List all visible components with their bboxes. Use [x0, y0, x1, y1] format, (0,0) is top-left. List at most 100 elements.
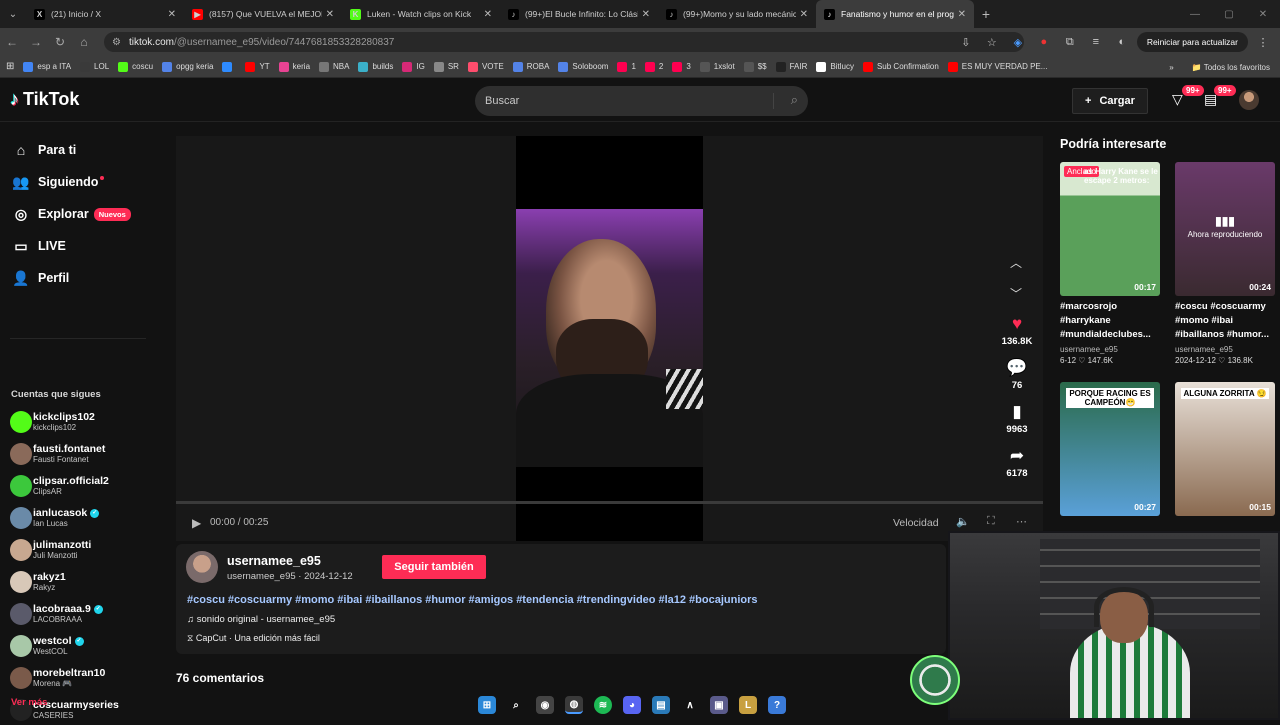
bookmark-item[interactable]: keria: [278, 61, 310, 72]
music-link[interactable]: ♫ sonido original - usernamee_e95: [187, 614, 335, 625]
hashtag-link[interactable]: #ibai: [337, 594, 362, 606]
valorant-icon[interactable]: ∧: [681, 696, 699, 714]
close-tab-icon[interactable]: ✕: [326, 9, 334, 20]
taskbar-search-icon[interactable]: ⌕: [507, 696, 525, 714]
all-favorites[interactable]: 📁 Todos los favoritos: [1192, 63, 1270, 72]
author-name[interactable]: usernamee_e95: [227, 554, 321, 568]
browser-tab[interactable]: ▶ (8157) Que VUELVA el MEJOR C ✕: [184, 0, 342, 28]
bookmark-item[interactable]: [222, 61, 236, 72]
minimize-icon[interactable]: —: [1178, 0, 1212, 28]
windows-start-icon[interactable]: ⊞: [478, 696, 496, 714]
hashtag-link[interactable]: #ibaillanos: [365, 594, 422, 606]
recommended-video-card[interactable]: PORQUE RACING ES CAMPEÓN😁 00:27: [1060, 382, 1160, 516]
bookmark-star-icon[interactable]: ☆: [981, 32, 1003, 52]
hashtag-link[interactable]: #amigos: [469, 594, 514, 606]
inbox-filter-icon[interactable]: ▽ 99+: [1172, 85, 1204, 108]
bookmark-item[interactable]: Bitlucy: [816, 61, 854, 72]
messages-icon[interactable]: ▤ 99+: [1204, 85, 1236, 108]
bookmark-item[interactable]: 1: [617, 61, 636, 72]
user-avatar[interactable]: [1239, 90, 1259, 110]
sidebar-item-siguiendo[interactable]: 👥 Siguiendo: [12, 169, 105, 195]
followed-account[interactable]: lacobraaa.9 ✓ LACOBRAAA: [10, 599, 103, 629]
profile-avatar-icon[interactable]: ◐: [1111, 32, 1133, 52]
search-icon[interactable]: ⌕: [791, 92, 798, 108]
author-avatar[interactable]: [186, 551, 218, 583]
video-thumbnail[interactable]: ▮▮▮ Ahora reproduciendo 00:24: [1175, 162, 1275, 296]
capcut-link[interactable]: ⧖ CapCut · Una edición más fácil: [187, 633, 320, 644]
card-author[interactable]: usernamee_e95: [1060, 344, 1160, 355]
recommended-video-card[interactable]: ▮▮▮ Ahora reproduciendo 00:24 #coscu #coscu…: [1175, 162, 1275, 367]
hashtag-link[interactable]: #coscu: [187, 594, 225, 606]
video-progress-bar[interactable]: [176, 501, 1043, 504]
followed-account[interactable]: morebeltran10 Morena 🎮: [10, 663, 105, 693]
bookmark-item[interactable]: 1xslot: [699, 61, 735, 72]
back-icon[interactable]: ←: [0, 28, 24, 56]
home-button-icon[interactable]: ⌂: [72, 28, 96, 56]
bookmark-item[interactable]: coscu: [118, 61, 153, 72]
browser-tab[interactable]: X (21) Inicio / X ✕: [26, 0, 184, 28]
sidebar-item-para-ti[interactable]: ⌂ Para ti: [12, 137, 76, 163]
followed-account[interactable]: ianlucasok ✓ Ian Lucas: [10, 503, 100, 533]
bookmark-item[interactable]: builds: [358, 61, 393, 72]
sidebar-item-perfil[interactable]: 👤 Perfil: [12, 265, 69, 291]
kebab-menu-icon[interactable]: ⋮: [1252, 32, 1274, 52]
close-tab-icon[interactable]: ✕: [168, 9, 176, 20]
speed-button[interactable]: Velocidad: [893, 517, 939, 529]
search-input[interactable]: [485, 95, 765, 107]
followed-account[interactable]: rakyz1 Rakyz: [10, 567, 66, 597]
browser-tab[interactable]: K Luken - Watch clips on Kick ✕: [342, 0, 500, 28]
notepad-icon[interactable]: ▤: [652, 696, 670, 714]
site-info-icon[interactable]: ⚙: [112, 37, 121, 48]
bookmark-item[interactable]: IG: [402, 61, 425, 72]
bookmarks-overflow-icon[interactable]: »: [1169, 63, 1173, 72]
close-tab-icon[interactable]: ✕: [642, 9, 650, 20]
discord-icon[interactable]: ◕: [623, 696, 641, 714]
browser-tab[interactable]: ♪ (99+)El Bucle Infinito: Lo Clásico ✕: [500, 0, 658, 28]
next-video-icon[interactable]: ﹀: [1010, 285, 1022, 302]
followed-account[interactable]: fausti.fontanet Fausti Fontanet: [10, 439, 105, 469]
volume-icon[interactable]: 🔈: [956, 515, 970, 528]
share-action[interactable]: ➦ 6178: [995, 447, 1039, 480]
bookmark-item[interactable]: $$: [743, 61, 767, 72]
bookmark-item[interactable]: 3: [672, 61, 691, 72]
see-more-link[interactable]: Ver más: [11, 697, 47, 708]
bookmark-item[interactable]: 2: [644, 61, 663, 72]
extension-icon[interactable]: ◈: [1007, 32, 1029, 52]
reload-icon[interactable]: ↻: [48, 28, 72, 56]
sidebar-item-explorar[interactable]: ◎ Explorar Nuevos: [12, 201, 131, 227]
extension-red-icon[interactable]: ●: [1033, 32, 1055, 52]
hashtag-link[interactable]: #trendingvideo: [577, 594, 656, 606]
hashtag-link[interactable]: #la12: [659, 594, 687, 606]
comment-action[interactable]: 💬 76: [995, 359, 1039, 392]
followed-account[interactable]: westcol ✓ WestCOL: [10, 631, 84, 661]
chrome-icon[interactable]: ◍: [565, 696, 583, 714]
app-icon[interactable]: ▣: [710, 696, 728, 714]
browser-tab[interactable]: ♪ (99+)Momo y su lado mecánico ✕: [658, 0, 816, 28]
card-description[interactable]: #marcosrojo #harrykane #mundialdeclubes.…: [1060, 300, 1160, 342]
followed-account[interactable]: clipsar.official2 ClipsAR: [10, 471, 109, 501]
bookmark-item[interactable]: FAIR: [775, 61, 807, 72]
apps-grid-icon[interactable]: ⊞: [6, 61, 14, 72]
spotify-icon[interactable]: ≋: [594, 696, 612, 714]
bookmark-item[interactable]: NBA: [319, 61, 349, 72]
followed-account[interactable]: kickclips102 kickclips102: [10, 407, 95, 437]
forward-icon[interactable]: →: [24, 28, 48, 56]
previous-video-icon[interactable]: ︿: [1010, 254, 1022, 271]
sidebar-item-live[interactable]: ▭ LIVE: [12, 233, 65, 259]
bookmark-item[interactable]: YT: [245, 61, 270, 72]
hashtag-link[interactable]: #bocajuniors: [689, 594, 757, 606]
url-bar[interactable]: ⚙ tiktok.com/@usernamee_e95/video/744768…: [104, 32, 1024, 52]
tiktok-logo[interactable]: ♪ TikTok: [10, 89, 79, 110]
hashtag-link[interactable]: #coscuarmy: [228, 594, 292, 606]
browser-tab[interactable]: ♪ Fanatismo y humor en el progr ✕: [816, 0, 974, 28]
recommended-video-card[interactable]: ALGUNA ZORRITA 😏 00:15: [1175, 382, 1275, 516]
followed-account[interactable]: julimanzotti Juli Manzotti: [10, 535, 91, 565]
like-action[interactable]: ♥ 136.8K: [995, 315, 1039, 348]
card-description[interactable]: #coscu #coscuarmy #momo #ibai #ibaillano…: [1175, 300, 1275, 342]
save-action[interactable]: ▮ 9963: [995, 403, 1039, 436]
hashtag-link[interactable]: #momo: [295, 594, 334, 606]
help-icon[interactable]: ?: [768, 696, 786, 714]
league-icon[interactable]: L: [739, 696, 757, 714]
maximize-icon[interactable]: ▢: [1212, 0, 1246, 28]
video-player[interactable]: ▶ 00:00 / 00:25 Velocidad 🔈 ⛶ ⋯: [176, 136, 1043, 541]
